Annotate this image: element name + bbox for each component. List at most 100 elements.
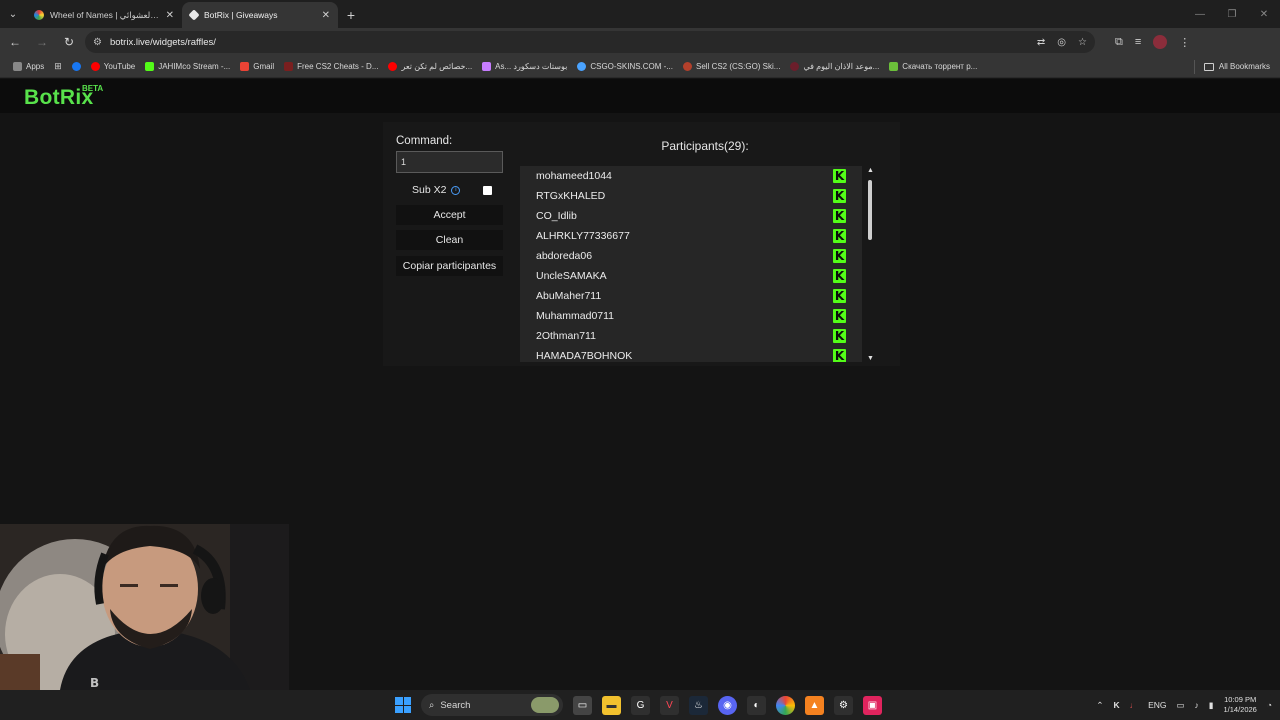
kick-icon: K <box>833 229 846 243</box>
botrix-favicon-icon <box>188 9 200 21</box>
obs-icon[interactable]: ◐ <box>747 695 766 715</box>
copy-participants-button[interactable]: Copiar participantes <box>396 256 503 276</box>
window-controls: — ❐ ✕ <box>1184 0 1280 28</box>
file-explorer-icon[interactable]: ▬ <box>602 695 621 715</box>
tab-title: BotRix | Giveaways <box>204 10 278 20</box>
vlc-icon[interactable]: ▲ <box>805 695 824 715</box>
bookmark-kick[interactable]: JAHIMco Stream -... <box>140 62 235 71</box>
beta-badge: BETA <box>82 84 104 93</box>
scroll-up-icon[interactable]: ▲ <box>867 167 874 174</box>
profile-avatar[interactable] <box>1153 35 1168 49</box>
translate-icon[interactable]: ⇄ <box>1037 37 1045 48</box>
bookmark-cs2-cheats[interactable]: Free CS2 Cheats - D... <box>279 62 383 71</box>
system-tray: ⌃ K ♩ ENG ▭ ♪ ▮ 10:09 PM 1/14/2026 ◔ <box>1096 690 1272 720</box>
clock[interactable]: 10:09 PM 1/14/2026 <box>1223 695 1256 715</box>
chrome-icon[interactable] <box>776 695 795 715</box>
settings-icon[interactable]: ⚙ <box>834 695 853 715</box>
all-bookmarks-button[interactable]: All Bookmarks <box>1190 59 1270 74</box>
apps-grid-icon <box>13 62 22 71</box>
eye-off-icon[interactable]: ◎ <box>1057 37 1066 48</box>
list-item: abdoreda06 K <box>536 249 846 263</box>
address-text: botrix.live/widgets/raffles/ <box>109 36 216 48</box>
grid-icon: ⊞ <box>54 61 62 71</box>
battery-icon[interactable]: ▮ <box>1209 700 1214 711</box>
participants-list: mohameed1044 K RTGxKHALED K CO_Idlib K ALHR… <box>520 166 862 362</box>
reload-button[interactable]: ↻ <box>57 30 81 54</box>
kick-tray-icon[interactable]: K <box>1113 700 1119 710</box>
bookmark-sell-cs2[interactable]: Sell CS2 (CS:GO) Ski... <box>678 62 785 71</box>
microphone-icon[interactable]: ♩ <box>1130 700 1139 710</box>
taskbar-search[interactable]: ⌕ Search <box>421 694 563 716</box>
bookmark-csgo-skins[interactable]: CSGO-SKINS.COM -... <box>572 62 678 71</box>
streaming-app-icon[interactable]: ▣ <box>863 695 882 715</box>
folder-icon <box>1203 62 1214 71</box>
tab-title: Wheel of Names | قسم العشوائي <box>50 9 160 20</box>
torrent-icon <box>889 62 899 71</box>
site-header: BotRix BETA <box>0 79 1280 113</box>
browser-toolbar: ← → ↻ ⚙ botrix.live/widgets/raffles/ ⇄ ◎… <box>0 28 1280 56</box>
tab-botrix-giveaways[interactable]: BotRix | Giveaways ✕ <box>182 2 338 28</box>
kick-icon: K <box>833 289 846 303</box>
kick-icon: K <box>833 269 846 283</box>
forward-button[interactable]: → <box>30 30 54 54</box>
sub-x2-label: Sub X2 <box>412 184 447 196</box>
scroll-thumb[interactable] <box>868 180 872 240</box>
steam-icon[interactable]: ♨ <box>689 695 708 715</box>
tab-wheel-of-names[interactable]: Wheel of Names | قسم العشوائي ✕ <box>26 2 182 28</box>
restore-icon[interactable]: ❐ <box>1216 0 1248 28</box>
site-info-icon[interactable]: ⚙ <box>93 37 102 48</box>
close-window-icon[interactable]: ✕ <box>1248 0 1280 28</box>
scroll-down-icon[interactable]: ▼ <box>867 355 874 362</box>
gmail-icon <box>240 62 250 71</box>
bookmark-grid[interactable]: ⊞ <box>49 61 67 72</box>
bookmark-prayer-times[interactable]: موعد الاذان اليوم في... <box>785 62 884 71</box>
back-button[interactable]: ← <box>3 30 27 54</box>
bookmark-youtube[interactable]: YouTube <box>86 62 140 71</box>
tab-close-icon[interactable]: ✕ <box>166 10 174 21</box>
bookmark-apps[interactable]: Apps <box>8 62 49 71</box>
tab-search-button[interactable]: ⌄ <box>0 0 26 28</box>
address-bar[interactable]: ⚙ botrix.live/widgets/raffles/ ⇄ ◎ ☆ <box>85 31 1095 53</box>
youtube-icon <box>388 62 398 71</box>
bookmark-torrent[interactable]: Скачать торрент р... <box>884 62 982 71</box>
language-indicator[interactable]: ENG <box>1148 700 1166 710</box>
participants-scrollbar[interactable]: ▲ ▼ <box>864 166 878 362</box>
sub-x2-checkbox[interactable] <box>483 185 492 195</box>
network-icon[interactable]: ▭ <box>1177 700 1185 711</box>
search-icon: ⌕ <box>429 699 435 711</box>
chevron-up-icon[interactable]: ⌃ <box>1096 700 1103 711</box>
g-hub-icon[interactable]: G <box>631 695 650 715</box>
menu-icon[interactable]: ⋮ <box>1179 36 1190 49</box>
task-view-icon[interactable]: ▭ <box>573 695 592 715</box>
info-icon[interactable]: i <box>451 185 461 195</box>
bookmark-star-icon[interactable]: ☆ <box>1078 37 1087 48</box>
tab-close-icon[interactable]: ✕ <box>322 10 330 21</box>
search-highlight-icon <box>531 697 559 713</box>
windows-taskbar: ⌕ Search ▭ ▬ G V ♨ ◉ ◐ ▲ ⚙ ▣ ⌃ K ♩ ENG ▭… <box>0 690 1280 720</box>
start-button[interactable] <box>395 697 411 713</box>
new-tab-button[interactable]: + <box>338 2 364 28</box>
notifications-icon[interactable]: ◔ <box>1267 700 1272 710</box>
accept-button[interactable]: Accept <box>396 205 503 225</box>
volume-icon[interactable]: ♪ <box>1195 700 1199 710</box>
kick-icon <box>145 62 155 71</box>
clean-button[interactable]: Clean <box>396 230 503 250</box>
list-item: HAMADA7BOHNOK K <box>536 349 846 362</box>
facebook-icon <box>71 62 81 71</box>
bookmark-youtube-arabic[interactable]: خصائص لم تكن تعر... <box>383 62 477 71</box>
valorant-icon[interactable]: V <box>660 695 679 715</box>
kick-icon: K <box>833 329 846 343</box>
list-item: ALHRKLY77336677 K <box>536 229 846 243</box>
discord-icon[interactable]: ◉ <box>718 695 737 715</box>
reading-list-icon[interactable]: ≡ <box>1135 36 1141 48</box>
clock-time: 10:09 PM <box>1224 695 1257 704</box>
minimize-icon[interactable]: — <box>1184 0 1216 28</box>
command-input[interactable] <box>396 151 503 173</box>
extensions-icon[interactable]: ⧉ <box>1115 36 1123 49</box>
bookmark-gmail[interactable]: Gmail <box>235 62 279 71</box>
bookmark-discord-posts[interactable]: As... بوستات دسكورد <box>477 62 572 71</box>
bookmark-facebook[interactable] <box>67 62 86 71</box>
youtube-icon <box>90 62 100 71</box>
kick-icon: K <box>833 169 846 183</box>
clock-date: 1/14/2026 <box>1223 705 1257 714</box>
